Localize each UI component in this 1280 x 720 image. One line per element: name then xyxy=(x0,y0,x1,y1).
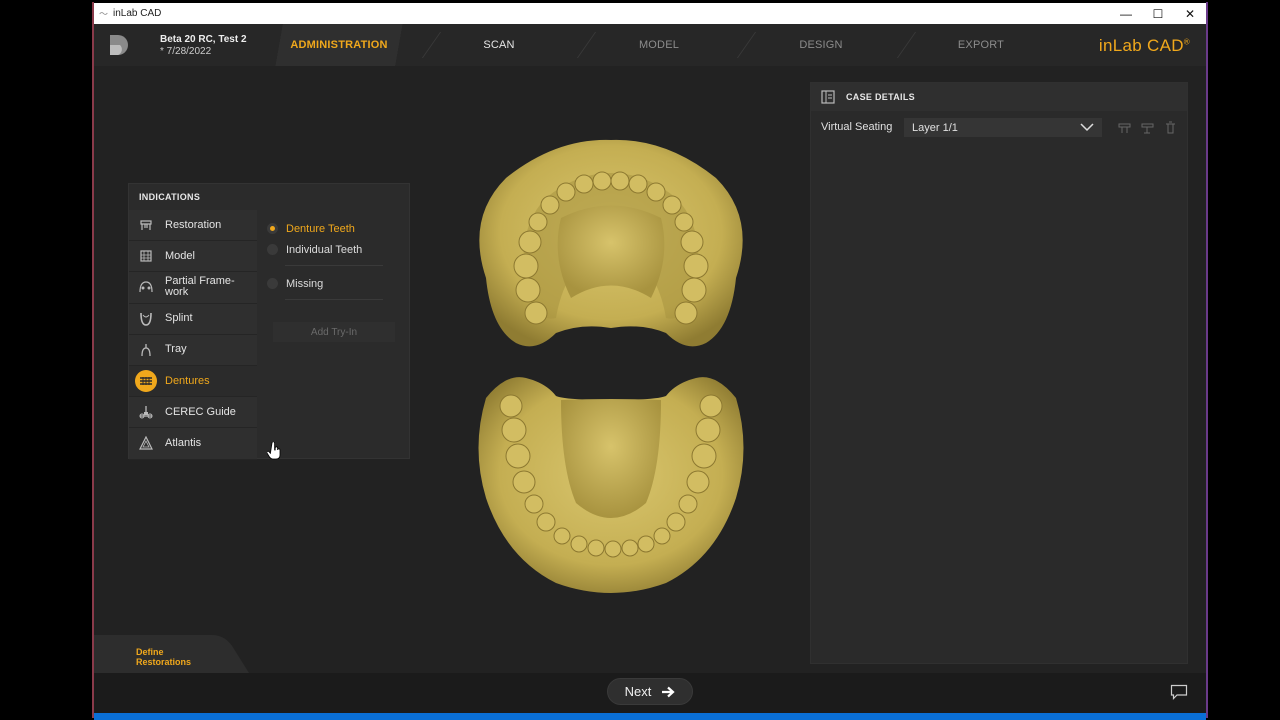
option-divider xyxy=(285,265,383,266)
splint-icon xyxy=(137,310,155,328)
layer-select-value: Layer 1/1 xyxy=(912,121,958,134)
app-icon: 〜 xyxy=(99,8,109,19)
option-individual-teeth[interactable]: Individual Teeth xyxy=(267,239,387,260)
case-details-header: CASE DETAILS xyxy=(811,83,1187,111)
layer-select[interactable]: Layer 1/1 xyxy=(904,118,1102,137)
model-icon xyxy=(137,247,155,265)
case-name: Beta 20 RC, Test 2 xyxy=(160,34,247,45)
close-button[interactable]: ✕ xyxy=(1174,3,1206,24)
indication-atlantis[interactable]: Atlantis xyxy=(129,428,257,460)
indication-model[interactable]: Model xyxy=(129,241,257,273)
atlantis-icon xyxy=(137,434,155,452)
arrow-right-icon xyxy=(662,686,676,697)
upper-jaw-model xyxy=(479,139,743,347)
indication-cerec-guide[interactable]: CEREC Guide xyxy=(129,397,257,429)
app-window: 〜 inLab CAD — ☐ ✕ Beta 20 RC, Test 2 * 7… xyxy=(94,3,1206,720)
step-design[interactable]: DESIGN xyxy=(756,24,886,66)
brand-registered-mark: ® xyxy=(1183,37,1190,47)
next-button[interactable]: Next xyxy=(607,678,693,705)
indication-splint[interactable]: Splint xyxy=(129,303,257,335)
indication-label: Partial Frame- work xyxy=(165,275,235,299)
left-letterbox xyxy=(0,0,94,720)
indication-label: Restoration xyxy=(165,218,222,231)
right-edge-line xyxy=(1206,2,1208,718)
radio-selected-icon xyxy=(267,223,278,234)
chat-icon[interactable] xyxy=(1170,684,1188,700)
option-label: Missing xyxy=(286,277,324,290)
screen: 〜 inLab CAD — ☐ ✕ Beta 20 RC, Test 2 * 7… xyxy=(0,0,1280,720)
virtual-seating-label: Virtual Seating xyxy=(821,121,893,133)
option-label: Denture Teeth xyxy=(286,222,355,235)
step-divider xyxy=(736,32,757,58)
indication-label: Tray xyxy=(165,343,187,356)
option-label: Individual Teeth xyxy=(286,243,363,256)
radio-icon xyxy=(267,244,278,255)
add-tryin-button[interactable]: Add Try-In xyxy=(273,322,395,342)
bottom-bar: Next xyxy=(94,673,1206,713)
brand-logo: inLab CAD® xyxy=(1099,36,1190,56)
right-letterbox xyxy=(1208,0,1280,720)
option-denture-teeth[interactable]: Denture Teeth xyxy=(267,218,387,239)
dentures-icon xyxy=(135,370,157,393)
lower-jaw-model xyxy=(478,377,744,593)
indication-restoration[interactable]: Restoration xyxy=(129,210,257,242)
dentsply-logo-icon xyxy=(110,35,128,55)
dental-models-view[interactable] xyxy=(466,138,756,598)
restoration-icon xyxy=(137,216,155,234)
indication-partial-framework[interactable]: Partial Frame- work xyxy=(129,272,257,304)
indications-title: INDICATIONS xyxy=(139,192,201,202)
partial-framework-icon xyxy=(137,278,155,296)
radio-icon xyxy=(267,278,278,289)
hand-cursor-icon xyxy=(267,442,281,460)
cerec-guide-icon xyxy=(137,403,155,421)
copy-layer-icon[interactable] xyxy=(1140,120,1155,135)
window-controls: — ☐ ✕ xyxy=(1110,3,1206,24)
layer-actions xyxy=(1117,120,1178,135)
step-model[interactable]: MODEL xyxy=(594,24,724,66)
indication-label: CEREC Guide xyxy=(165,405,236,418)
workspace: INDICATIONS Restoration Model Partial Fr… xyxy=(94,66,1206,673)
option-missing[interactable]: Missing xyxy=(267,273,387,294)
indication-tray[interactable]: Tray xyxy=(129,334,257,366)
case-folder-icon xyxy=(821,90,835,104)
indications-list: Restoration Model Partial Frame- work Sp… xyxy=(129,210,257,460)
case-details-title: CASE DETAILS xyxy=(846,92,915,102)
add-layer-icon[interactable] xyxy=(1117,120,1132,135)
indication-label: Dentures xyxy=(165,374,210,387)
taskbar-strip xyxy=(94,713,1206,720)
top-navigation-bar: Beta 20 RC, Test 2 * 7/28/2022 ADMINISTR… xyxy=(94,24,1206,66)
case-date: * 7/28/2022 xyxy=(160,46,212,57)
brand-name: inLab CAD xyxy=(1098,36,1184,55)
step-divider xyxy=(896,32,917,58)
window-title: inLab CAD xyxy=(113,8,162,19)
indications-panel: INDICATIONS Restoration Model Partial Fr… xyxy=(128,183,410,460)
delete-layer-icon[interactable] xyxy=(1163,120,1178,135)
option-divider xyxy=(285,299,383,300)
current-step-line2: Restorations xyxy=(136,657,192,667)
window-titlebar: 〜 inLab CAD — ☐ ✕ xyxy=(94,3,1206,24)
step-export[interactable]: EXPORT xyxy=(916,24,1046,66)
current-step-label: Define Restorations xyxy=(136,647,191,667)
indication-dentures[interactable]: Dentures xyxy=(129,365,257,398)
next-button-label: Next xyxy=(624,684,652,699)
step-scan[interactable]: SCAN xyxy=(434,24,564,66)
indication-label: Atlantis xyxy=(165,436,202,449)
maximize-button[interactable]: ☐ xyxy=(1142,3,1174,24)
minimize-button[interactable]: — xyxy=(1110,3,1142,24)
tray-icon xyxy=(137,341,155,359)
step-administration[interactable]: ADMINISTRATION xyxy=(264,24,414,66)
chevron-down-icon xyxy=(1080,123,1094,132)
case-details-panel: CASE DETAILS Virtual Seating Layer 1/1 xyxy=(810,82,1188,664)
indication-label: Splint xyxy=(165,312,193,325)
current-step-line1: Define xyxy=(136,647,164,657)
indication-label: Model xyxy=(165,249,195,262)
denture-options: Denture Teeth Individual Teeth Missing xyxy=(267,218,387,307)
